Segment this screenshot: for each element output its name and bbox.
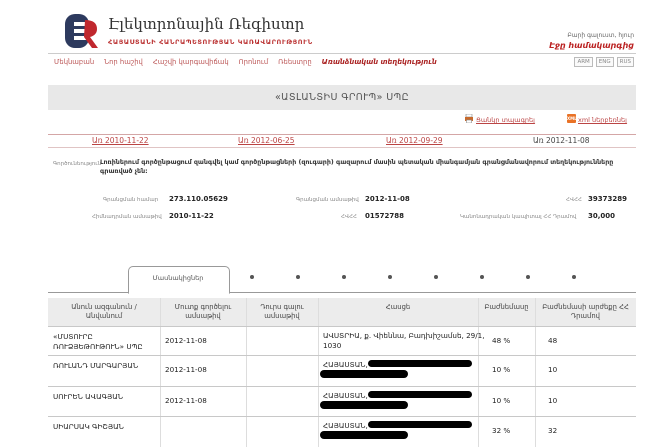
activity-label: Գործունեություն — [53, 161, 102, 167]
dates-divider-bottom — [48, 147, 636, 148]
table-column-header: Մուտք գործելու ամսաթիվ — [174, 303, 232, 320]
nav-item[interactable]: Ռեեստրը — [278, 58, 312, 66]
table-column-header: Բաժնեմասի արժեքը ՀՀ Դրամով — [542, 303, 629, 320]
address-redaction — [320, 431, 408, 439]
login-link[interactable]: Էջը համակարգից — [549, 41, 634, 50]
founding-value: 2010-11-22 — [169, 212, 214, 220]
language-button[interactable]: ARM — [574, 57, 593, 67]
nav-item[interactable]: Հաշվի կարգավիճակ — [153, 58, 229, 66]
reg-number-label: Գրանցման համար — [103, 197, 159, 203]
share-percent: 10 % — [492, 365, 511, 374]
column-separator — [246, 298, 247, 447]
address-redaction — [320, 370, 408, 378]
row-divider — [48, 386, 636, 387]
row-divider — [48, 355, 636, 356]
column-separator — [478, 298, 479, 447]
brand-subtitle: ՀԱՅԱՍՏԱՆԻ ՀԱՆՐԱՊԵՏՈՒԹՅԱՆ ԿԱՌԱՎԱՐՈՒԹՅՈՒՆ — [108, 38, 313, 46]
entry-date: 2012-11-08 — [165, 365, 207, 374]
capital-value: 30,000 — [588, 212, 616, 220]
brand-title: Էլեկտրոնային Ռեգիստր — [108, 15, 305, 33]
participant-address: ՀԱՅԱՍՏԱՆ, — [323, 360, 368, 369]
address-redaction — [320, 401, 408, 409]
xml-download-link[interactable]: xml ներբեռնել — [578, 116, 627, 124]
table-column-header: Բաժնեմասը — [484, 303, 529, 311]
nav-item[interactable]: Որոնում — [239, 58, 268, 66]
row-divider — [48, 416, 636, 417]
participant-address: ԱՎՍՏՐԻԱ, ք. Վիեննա, Բադխիշամսե, 29/1, 103… — [323, 331, 485, 350]
tab-dot[interactable] — [480, 275, 484, 279]
print-list-link[interactable]: Ցանկը տպագրել — [476, 116, 535, 124]
print-icon[interactable] — [465, 114, 473, 123]
capital-label: Կանոնադրական կապիտալ ՀՀ Դրամով — [460, 214, 577, 220]
reg-date-label: Գրանցման ամսաթիվ — [296, 197, 359, 203]
share-percent: 32 % — [492, 426, 511, 435]
participant-address: ՀԱՅԱՍՏԱՆ, — [323, 421, 368, 430]
language-button[interactable]: ENG — [595, 57, 614, 67]
participant-name: ՍՈՒՐԵՆ ԱՎԱԳՅԱՆ — [53, 392, 123, 401]
tab-dot[interactable] — [526, 275, 530, 279]
nav-item[interactable]: Առանձնական տեղեկություն — [322, 58, 437, 66]
main-nav: Մեկնաբան Նոր հաշիվ Հաշվի կարգավիճակ Որոնում… — [54, 58, 437, 66]
code-value: 01572788 — [365, 212, 404, 220]
participant-address: ՀԱՅԱՍՏԱՆ, — [323, 391, 368, 400]
welcome-text: Բարի գալուստ, հյուր — [567, 32, 634, 39]
entry-date: 2012-11-08 — [165, 396, 207, 405]
table-column-header: Հասցե — [385, 303, 411, 311]
reg-number-value: 273.110.05629 — [169, 195, 228, 203]
tin-label: ՀՎՀՀ — [566, 197, 582, 203]
share-value: 10 — [548, 396, 558, 405]
table-column-header: Անուն ազգանուն / Անվանում — [71, 303, 137, 320]
tab-dot[interactable] — [388, 275, 392, 279]
address-redaction — [368, 391, 472, 398]
entry-date: 2012-11-08 — [165, 336, 207, 345]
reg-date-value: 2012-11-08 — [365, 195, 410, 203]
code-label: ՀՎՀՀ — [341, 214, 357, 220]
share-value: 10 — [548, 365, 558, 374]
row-divider — [48, 326, 636, 327]
history-date[interactable]: Առ 2012-06-25 — [238, 136, 295, 145]
tin-value: 39373289 — [588, 195, 627, 203]
column-separator — [535, 298, 536, 447]
share-percent: 48 % — [492, 336, 511, 345]
xml-icon[interactable]: XML — [567, 114, 577, 123]
tab-dot[interactable] — [434, 275, 438, 279]
nav-item[interactable]: Մեկնաբան — [54, 58, 94, 66]
participant-name: ՌՈՒԼԱՆԴ ՄԱՐԳԱՐՅԱՆ — [53, 361, 139, 370]
column-separator — [318, 298, 319, 447]
tab-dot[interactable] — [250, 275, 254, 279]
history-date: Առ 2012-11-08 — [533, 136, 590, 145]
founding-label: Հիմնադրման ամսաթիվ — [92, 214, 162, 220]
registry-logo — [65, 14, 98, 48]
language-switcher: ARM ENG RUS — [574, 57, 634, 67]
share-value: 32 — [548, 426, 558, 435]
share-percent: 10 % — [492, 396, 511, 405]
header-divider — [48, 53, 636, 54]
address-redaction — [368, 360, 472, 367]
language-button[interactable]: RUS — [616, 57, 634, 67]
share-value: 48 — [548, 336, 558, 345]
dates-divider-top — [48, 134, 636, 135]
company-title: «ԱՏԼԱՆՏԻՍ ԳՐՈՒՊ» ՍՊԸ — [274, 92, 410, 103]
history-date[interactable]: Առ 2010-11-22 — [92, 136, 149, 145]
history-date[interactable]: Առ 2012-09-29 — [386, 136, 443, 145]
activity-text: Լոռիներում գործընթացում զանգվել կամ գործ… — [100, 159, 614, 175]
tab-dot[interactable] — [342, 275, 346, 279]
column-separator — [160, 298, 161, 447]
tab-dot[interactable] — [296, 275, 300, 279]
participant-name: «ՄՍՏՈՒՐԸ ՌՈՒՁՅԵԹՈՒԹՈՒՆ» ՍՊԸ — [53, 332, 143, 351]
tab-participants-label: Մասնակիցներ — [152, 274, 204, 282]
address-redaction — [368, 421, 472, 428]
nav-item[interactable]: Նոր հաշիվ — [104, 58, 143, 66]
participant-name: ՍԻԱՐՍԱԿ ԳԻՇՅԱՆ — [53, 422, 124, 431]
table-column-header: Դուրս գալու ամսաթիվ — [260, 303, 304, 320]
tab-dot[interactable] — [572, 275, 576, 279]
